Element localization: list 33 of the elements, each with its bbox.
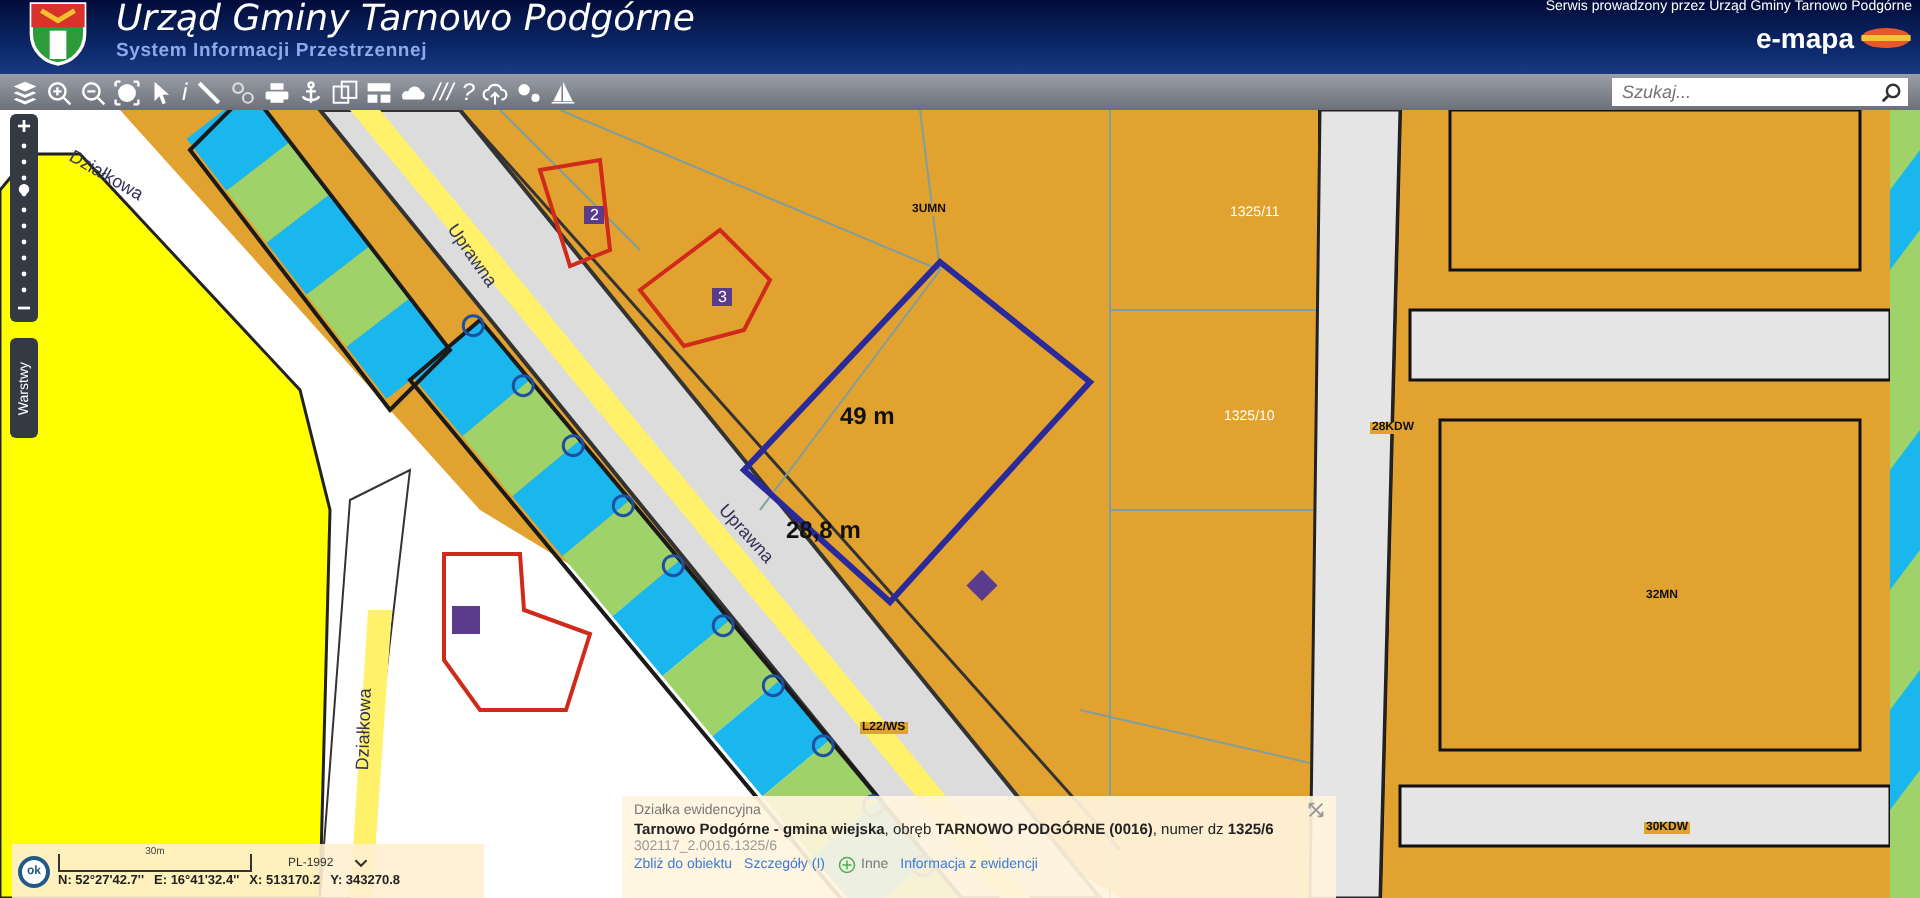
site-subtitle: System Informacji Przestrzennej <box>116 40 430 62</box>
street-label: Działkowa <box>352 688 375 771</box>
search-icon[interactable] <box>1880 81 1902 103</box>
search-field[interactable]: Szukaj... <box>1612 78 1908 106</box>
zoom-in-icon[interactable] <box>46 79 72 105</box>
toolbar-button[interactable]: ? <box>461 79 475 105</box>
zoom-slider[interactable] <box>18 138 30 298</box>
measurement-label: 28,8 m <box>786 516 861 544</box>
anchor-icon[interactable] <box>297 79 324 105</box>
building-marker: 2 <box>584 206 605 224</box>
site-title: Urząd Gminy Tarnowo Podgórne <box>116 0 697 40</box>
zoom-in-button[interactable]: + <box>16 116 31 138</box>
copy-icon[interactable] <box>331 79 358 105</box>
measure-icon[interactable] <box>195 79 222 105</box>
close-icon[interactable] <box>1308 802 1324 818</box>
toolbar-button[interactable]: /// <box>433 79 454 105</box>
plus-icon[interactable] <box>837 856 855 874</box>
extent-icon[interactable] <box>114 79 140 105</box>
zoom-slider-thumb[interactable] <box>18 184 30 195</box>
measurement-label: 49 m <box>840 402 895 430</box>
layers-icon[interactable] <box>12 79 38 105</box>
zoom-out-icon[interactable] <box>80 79 106 105</box>
upload-icon[interactable] <box>482 79 509 105</box>
brand-name: e-mapa <box>1755 22 1854 54</box>
sail-icon[interactable] <box>550 79 577 105</box>
layout-icon[interactable] <box>365 79 392 105</box>
caret-icon <box>353 858 368 868</box>
brand-logo-icon <box>1860 26 1912 50</box>
print-icon[interactable] <box>263 79 290 105</box>
building-marker: 3 <box>712 288 733 306</box>
coat-of-arms-icon <box>28 0 88 69</box>
zoom-out-button[interactable]: − <box>16 298 31 320</box>
toolbar-button[interactable]: i <box>182 79 188 105</box>
